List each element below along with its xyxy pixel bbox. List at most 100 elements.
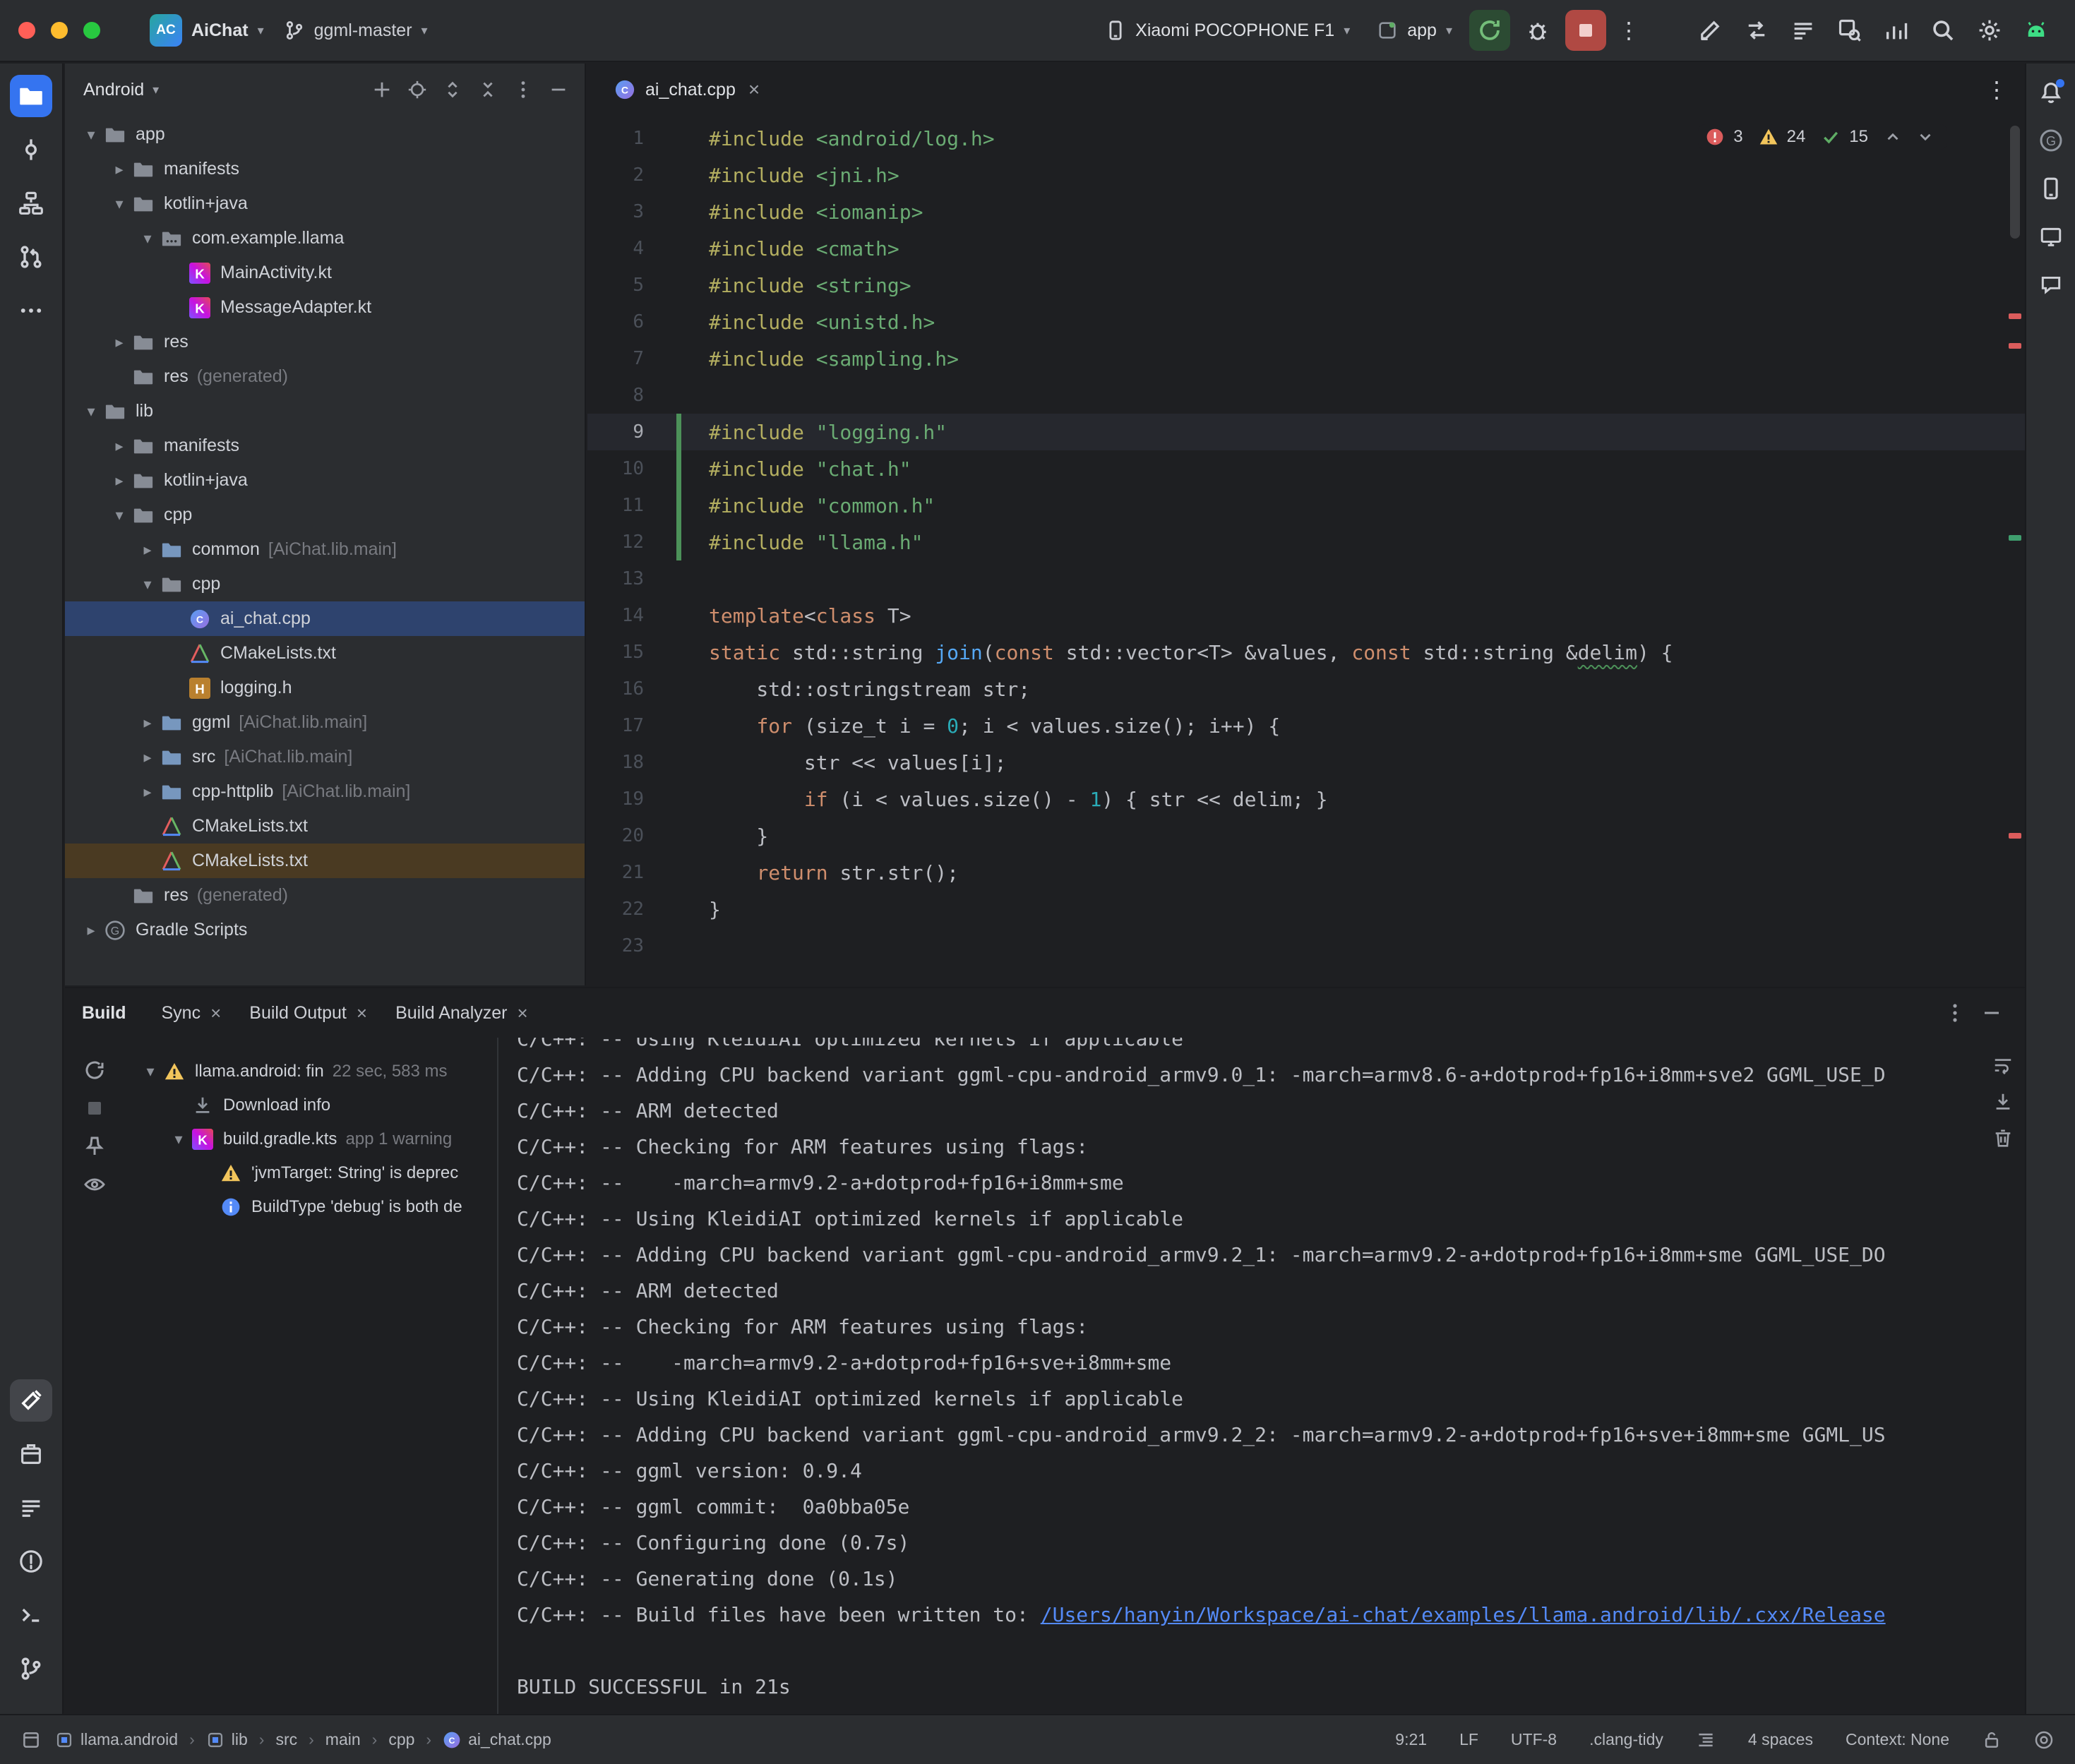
clear-all-icon[interactable] xyxy=(1992,1128,2014,1149)
chevron-right-icon[interactable]: ▸ xyxy=(134,748,161,767)
live-edit-icon[interactable] xyxy=(1690,10,1730,51)
project-icon[interactable] xyxy=(10,75,52,117)
encoding-widget[interactable]: UTF-8 xyxy=(1511,1730,1557,1749)
running-devices-icon[interactable] xyxy=(2032,217,2070,256)
version-control-icon[interactable] xyxy=(10,1648,52,1690)
tab-build-analyzer[interactable]: Build Analyzer× xyxy=(381,988,542,1038)
more-actions-icon[interactable]: ⋮ xyxy=(1613,17,1644,44)
collapse-all-icon[interactable] xyxy=(472,73,504,106)
stop-square-icon[interactable] xyxy=(83,1097,106,1120)
stripe-mark[interactable] xyxy=(2009,833,2021,839)
tree-item-ggml[interactable]: ▸ggml[AiChat.lib.main] xyxy=(65,705,585,740)
chevron-right-icon[interactable]: ▸ xyxy=(106,333,133,352)
chevron-down-icon[interactable]: ▾ xyxy=(137,1062,164,1081)
tree-item-manifests[interactable]: ▸manifests xyxy=(65,152,585,186)
indent-widget[interactable]: 4 spaces xyxy=(1748,1730,1813,1749)
more-vertical-icon[interactable] xyxy=(507,73,539,106)
code-line-22[interactable]: 22} xyxy=(587,891,2025,928)
code-line-5[interactable]: 5#include <string> xyxy=(587,267,2025,304)
code-line-2[interactable]: 2#include <jni.h> xyxy=(587,157,2025,193)
next-problem-icon[interactable] xyxy=(1916,128,1940,146)
inspections-widget-icon[interactable] xyxy=(2034,1730,2054,1750)
tree-item-cmakelists-txt[interactable]: CMakeLists.txt xyxy=(65,844,585,878)
notifications-icon[interactable] xyxy=(2032,73,2070,112)
context-widget[interactable]: Context: None xyxy=(1846,1730,1949,1749)
tree-item-cpp[interactable]: ▾cpp xyxy=(65,498,585,532)
tab-build-output[interactable]: Build Output× xyxy=(235,988,381,1038)
build-icon[interactable] xyxy=(10,1379,52,1422)
chevron-right-icon[interactable]: ▸ xyxy=(106,160,133,179)
code-line-21[interactable]: 21 return str.str(); xyxy=(587,854,2025,891)
commit-icon[interactable] xyxy=(10,128,52,171)
previous-problem-icon[interactable] xyxy=(1884,128,1908,146)
device-streaming-icon[interactable] xyxy=(1736,10,1777,51)
code-line-14[interactable]: 14template<class T> xyxy=(587,597,2025,634)
hide-icon[interactable] xyxy=(1975,997,2008,1029)
device-selector[interactable]: Xiaomi POCOPHONE F1 ▾ xyxy=(1095,14,1360,47)
show-output-icon[interactable] xyxy=(83,1173,106,1196)
logcat-icon[interactable] xyxy=(10,1487,52,1529)
tree-item-src[interactable]: ▸src[AiChat.lib.main] xyxy=(65,740,585,774)
tree-item-messageadapter-kt[interactable]: KMessageAdapter.kt xyxy=(65,290,585,325)
project-window-icon[interactable] xyxy=(21,1730,41,1750)
tree-item-cpp[interactable]: ▾cpp xyxy=(65,567,585,601)
tree-item-buildtype-debug-is-both-de[interactable]: BuildType 'debug' is both de xyxy=(124,1190,497,1224)
tree-item-manifests[interactable]: ▸manifests xyxy=(65,428,585,463)
tree-item-download-info[interactable]: Download info xyxy=(124,1088,497,1122)
stop-button[interactable] xyxy=(1565,10,1606,51)
minimize-window-button[interactable] xyxy=(51,22,68,39)
code-line-16[interactable]: 16 std::ostringstream str; xyxy=(587,671,2025,707)
tree-item-lib[interactable]: ▾lib xyxy=(65,394,585,428)
code-line-12[interactable]: 12#include "llama.h" xyxy=(587,524,2025,560)
code-line-18[interactable]: 18 str << values[i]; xyxy=(587,744,2025,781)
debug-button[interactable] xyxy=(1517,10,1558,51)
stripe-mark[interactable] xyxy=(2009,535,2021,541)
breadcrumb-item-lib[interactable]: lib xyxy=(206,1730,248,1749)
code-line-19[interactable]: 19 if (i < values.size() - 1) { str << d… xyxy=(587,781,2025,817)
more-vertical-icon[interactable]: ⋮ xyxy=(1981,76,2012,103)
lock-open-icon[interactable] xyxy=(1982,1730,2002,1750)
more-vertical-icon[interactable] xyxy=(1939,997,1971,1029)
search-everywhere-icon[interactable] xyxy=(1922,10,1963,51)
editor-scrollbar[interactable] xyxy=(2010,126,2020,239)
tree-item-res[interactable]: res(generated) xyxy=(65,359,585,394)
soft-wrap-icon[interactable] xyxy=(1992,1055,2014,1076)
run-configuration-selector[interactable]: app ▾ xyxy=(1367,14,1462,47)
pull-requests-icon[interactable] xyxy=(10,236,52,278)
hide-icon[interactable] xyxy=(542,73,575,106)
inspection-widget[interactable]: 3 24 15 xyxy=(1698,124,1947,150)
tree-item-cmakelists-txt[interactable]: CMakeLists.txt xyxy=(65,636,585,671)
error-stripe[interactable] xyxy=(2004,116,2025,985)
close-icon[interactable]: × xyxy=(357,1002,367,1024)
tree-item-cmakelists-txt[interactable]: CMakeLists.txt xyxy=(65,809,585,844)
editor-tab-ai-chat-cpp[interactable]: C ai_chat.cpp × xyxy=(603,64,771,116)
chevron-right-icon[interactable]: ▸ xyxy=(106,437,133,455)
stripe-mark[interactable] xyxy=(2009,313,2021,319)
chevron-right-icon[interactable]: ▸ xyxy=(106,472,133,490)
code-line-13[interactable]: 13 xyxy=(587,560,2025,597)
tree-item-common[interactable]: ▸common[AiChat.lib.main] xyxy=(65,532,585,567)
fullscreen-window-button[interactable] xyxy=(83,22,100,39)
rerun-button[interactable] xyxy=(1469,10,1510,51)
close-icon[interactable]: × xyxy=(518,1002,528,1024)
tree-item-kotlin-java[interactable]: ▸kotlin+java xyxy=(65,463,585,498)
logcat-icon[interactable] xyxy=(1783,10,1824,51)
gradle-icon[interactable]: G xyxy=(2032,121,2070,160)
profiler-icon[interactable] xyxy=(1876,10,1917,51)
project-view-selector[interactable]: Android xyxy=(83,80,144,100)
code-line-17[interactable]: 17 for (size_t i = 0; i < values.size();… xyxy=(587,707,2025,744)
code-line-7[interactable]: 7#include <sampling.h> xyxy=(587,340,2025,377)
chevron-right-icon[interactable]: ▸ xyxy=(134,714,161,732)
caret-position[interactable]: 9:21 xyxy=(1395,1730,1427,1749)
close-icon[interactable]: × xyxy=(210,1002,221,1024)
app-inspection-icon[interactable] xyxy=(1829,10,1870,51)
tab-sync[interactable]: Sync× xyxy=(148,988,236,1038)
breadcrumb-item-cpp[interactable]: cpp xyxy=(388,1730,414,1749)
problems-icon[interactable] xyxy=(10,1540,52,1583)
code-line-15[interactable]: 15static std::string join(const std::vec… xyxy=(587,634,2025,671)
code-editor[interactable]: 1#include <android/log.h>2#include <jni.… xyxy=(587,116,2025,985)
chevron-down-icon[interactable]: ▾ xyxy=(134,229,161,248)
code-line-20[interactable]: 20 } xyxy=(587,817,2025,854)
scroll-to-end-icon[interactable] xyxy=(1992,1091,2014,1112)
breadcrumb-item-ai-chat-cpp[interactable]: Cai_chat.cpp xyxy=(443,1730,551,1749)
